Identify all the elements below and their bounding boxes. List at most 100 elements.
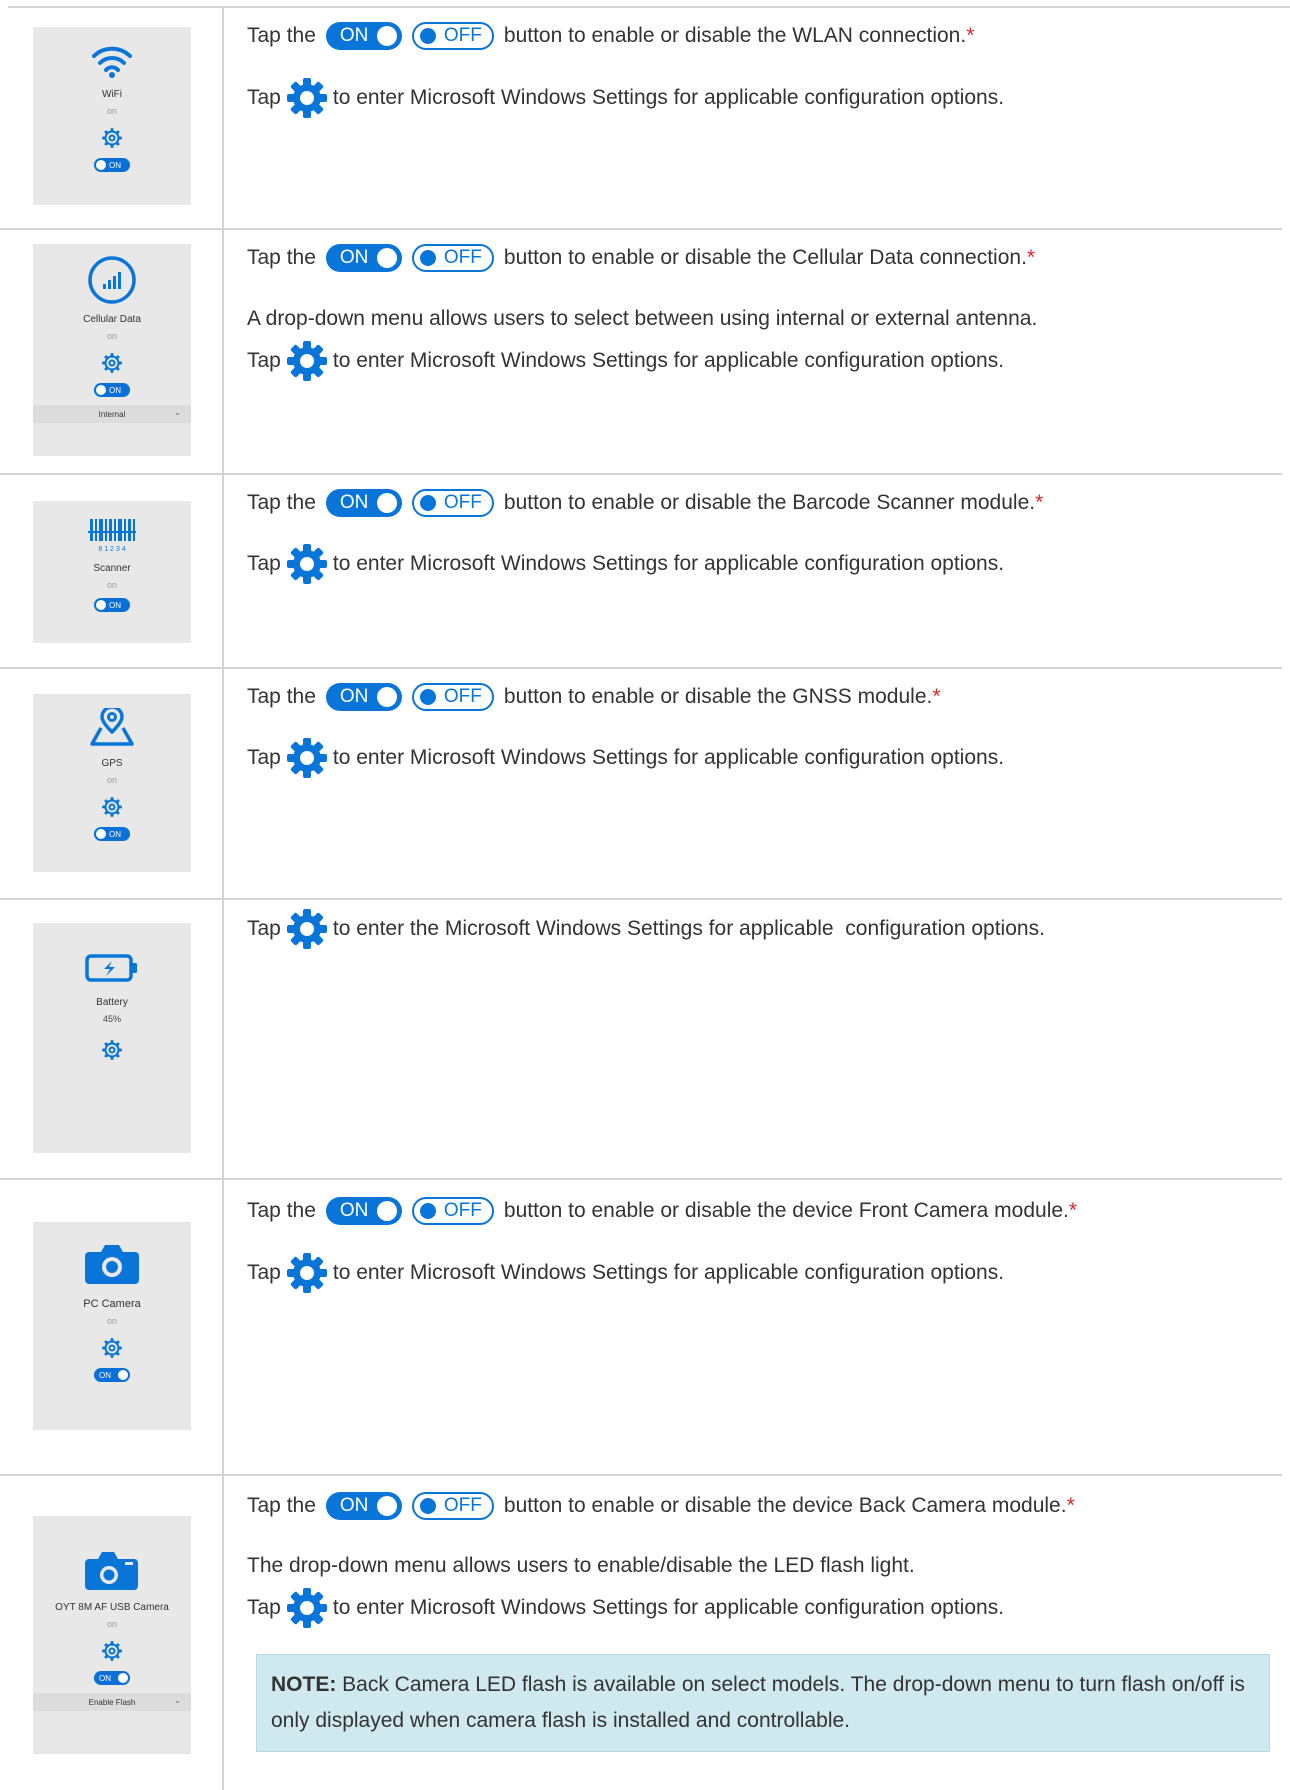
off-toggle-button[interactable]: OFF [411, 22, 494, 50]
scanner-mini-toggle[interactable]: ON [94, 598, 130, 612]
tile-name: GPS [101, 758, 123, 769]
line-text: button to enable or disable the device F… [503, 1199, 1069, 1222]
flash-dropdown[interactable]: Enable Flash ⌄ [33, 1693, 191, 1711]
chevron-down-icon: ⌄ [174, 1696, 181, 1705]
off-toggle-button[interactable]: OFF [411, 244, 494, 272]
instruction-line: A drop-down menu allows users to select … [247, 301, 1037, 337]
settings-gear-icon[interactable] [285, 1251, 329, 1295]
on-toggle-button[interactable]: ON [325, 1492, 402, 1520]
camera-icon [85, 1552, 138, 1590]
row-divider [0, 228, 1282, 230]
tile-state: on [106, 331, 117, 341]
settings-gear-icon[interactable] [102, 1641, 122, 1661]
settings-gear-icon[interactable] [285, 1586, 329, 1630]
settings-gear-icon[interactable] [285, 907, 329, 951]
footnote-star: * [1066, 1494, 1075, 1517]
off-toggle-button[interactable]: OFF [411, 683, 494, 711]
note-text: Back Camera LED flash is available on se… [271, 1673, 1245, 1732]
on-label: ON [339, 1495, 369, 1516]
on-label: ON [339, 492, 369, 513]
map-pin-icon [90, 708, 134, 746]
toggle-knob [419, 495, 436, 511]
gps-mini-toggle[interactable]: ON [94, 827, 130, 841]
on-label: ON [339, 25, 369, 46]
settings-gear-icon[interactable] [285, 76, 329, 120]
wifi-mini-toggle[interactable]: ON [94, 158, 130, 172]
table-top-border [8, 6, 1290, 8]
cellular-mini-toggle[interactable]: ON [94, 383, 130, 397]
on-toggle-button[interactable]: ON [325, 489, 402, 517]
instruction-line: Tap to enter Microsoft Windows Settings … [247, 544, 1004, 584]
toggle-knob [376, 248, 397, 268]
settings-gear-icon[interactable] [285, 339, 329, 383]
on-label: ON [339, 686, 369, 707]
tile-state: on [106, 106, 117, 116]
instruction-line: Tap to enter Microsoft Windows Settings … [247, 738, 1004, 778]
line-text: button to enable or disable the device B… [503, 1494, 1067, 1517]
off-label: OFF [443, 492, 482, 513]
pc-camera-tile: PC Camera on ON [33, 1222, 191, 1430]
instruction-line: Tap the ON OFF button to enable or disab… [247, 1488, 1075, 1524]
off-toggle-button[interactable]: OFF [411, 489, 494, 517]
toggle-label: ON [99, 1370, 111, 1380]
gps-tile: GPS on ON [33, 694, 191, 872]
line-text: Tap [247, 86, 281, 109]
on-toggle-button[interactable]: ON [325, 244, 402, 272]
footnote-star: * [966, 24, 975, 47]
off-toggle-button[interactable]: OFF [411, 1197, 494, 1225]
tile-name: Scanner [93, 563, 131, 574]
settings-gear-icon[interactable] [102, 353, 122, 373]
pc-camera-mini-toggle[interactable]: ON [94, 1368, 130, 1382]
chevron-down-icon: ⌄ [174, 408, 181, 417]
battery-charging-icon [85, 954, 137, 982]
tile-state: 45% [102, 1014, 121, 1024]
toggle-label: ON [109, 829, 121, 839]
settings-gear-icon[interactable] [285, 542, 329, 586]
settings-gear-icon[interactable] [102, 1338, 122, 1358]
camera-icon [85, 1245, 139, 1284]
toggle-knob [96, 160, 106, 170]
instruction-line: Tap the ON OFF button to enable or disab… [247, 18, 974, 54]
footnote-star: * [932, 685, 941, 708]
settings-gear-icon[interactable] [102, 1040, 122, 1060]
line-text: button to enable or disable the GNSS mod… [503, 685, 933, 708]
footnote-star: * [1026, 246, 1036, 269]
wifi-icon [92, 46, 132, 78]
off-label: OFF [443, 686, 482, 707]
dropdown-value: Enable Flash [88, 1697, 136, 1707]
settings-gear-icon[interactable] [102, 128, 122, 148]
toggle-label: ON [109, 600, 121, 610]
row-divider [0, 667, 1282, 669]
settings-gear-icon[interactable] [285, 736, 329, 780]
line-text: button to enable or disable the Cellular… [503, 246, 1027, 269]
toggle-knob [419, 1498, 436, 1514]
on-toggle-button[interactable]: ON [325, 1197, 402, 1225]
off-toggle-button[interactable]: OFF [411, 1492, 494, 1520]
tile-state: on [106, 1619, 117, 1629]
row-divider [0, 898, 1282, 900]
on-toggle-button[interactable]: ON [325, 22, 402, 50]
note-label: NOTE: [271, 1673, 337, 1696]
toggle-knob [96, 600, 106, 610]
on-toggle-button[interactable]: ON [325, 683, 402, 711]
row-divider [0, 1178, 1282, 1180]
tile-name: WiFi [102, 89, 122, 100]
off-label: OFF [443, 1495, 482, 1516]
line-text: button to enable or disable the WLAN con… [503, 24, 967, 47]
tile-name: Cellular Data [83, 314, 141, 325]
off-label: OFF [443, 1200, 482, 1221]
wifi-tile: WiFi on ON [33, 27, 191, 205]
on-label: ON [339, 247, 369, 268]
toggle-label: ON [109, 160, 121, 170]
off-label: OFF [443, 247, 482, 268]
antenna-dropdown[interactable]: Internal ⌄ [33, 405, 191, 423]
footnote-star: * [1035, 491, 1044, 514]
line-text: to enter the Microsoft Windows Settings … [332, 917, 1045, 940]
line-text: Tap the [247, 24, 316, 47]
settings-gear-icon[interactable] [102, 797, 122, 817]
line-text: Tap the [247, 1199, 316, 1222]
line-text: to enter Microsoft Windows Settings for … [332, 86, 1005, 109]
line-text: Tap [247, 917, 281, 940]
scanner-tile: 8 1 2 3 4 Scanner on ON [33, 501, 191, 643]
usb-camera-mini-toggle[interactable]: ON [94, 1671, 130, 1685]
